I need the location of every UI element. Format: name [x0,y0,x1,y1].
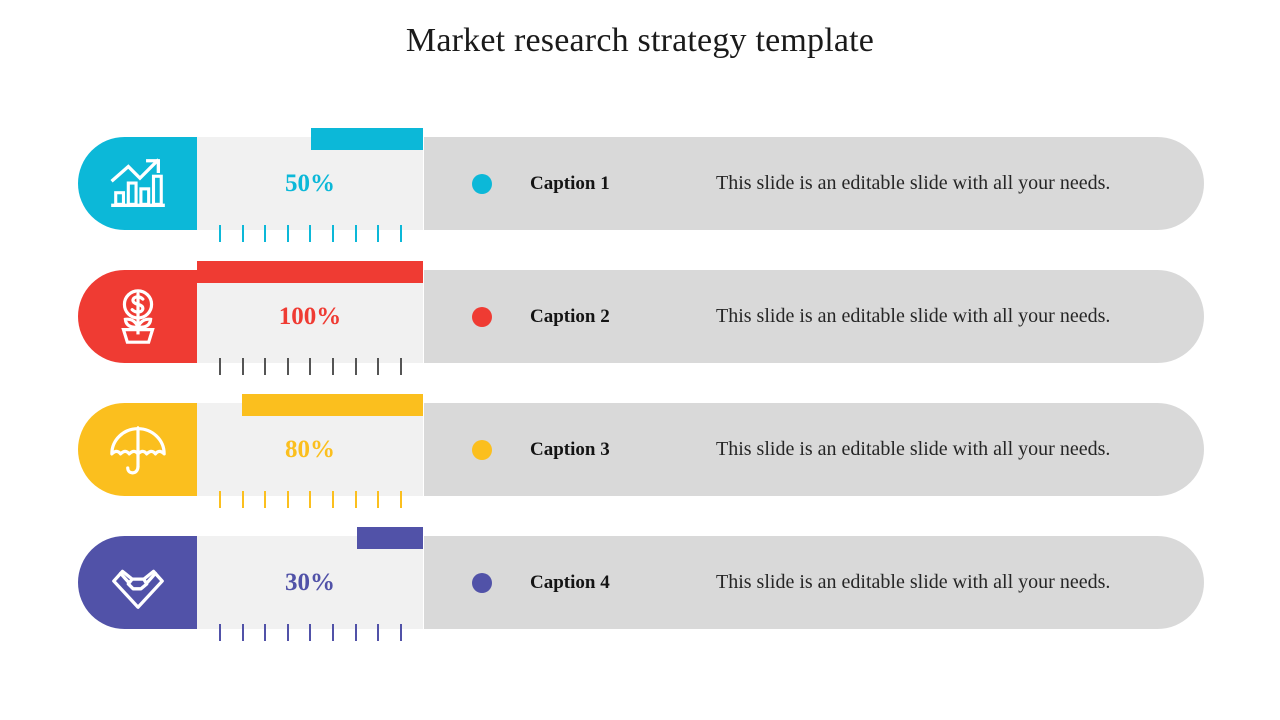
tick-mark [219,491,221,508]
caption-label: Caption 2 [530,305,610,327]
money-plant-icon [107,286,169,348]
umbrella-icon [107,419,169,481]
caption-panel: Caption 4 This slide is an editable slide… [424,536,1204,629]
caption-bullet-dot [472,572,492,593]
tick-mark [399,491,402,508]
tick-mark [354,358,357,375]
progress-meter: 80% [197,394,423,508]
tick-mark [377,225,380,242]
tick-mark [264,358,267,375]
icon-block [78,536,198,629]
tick-mark [377,358,380,375]
tick-mark [309,225,312,242]
progress-meter: 50% [197,128,423,242]
tick-mark [332,491,334,508]
tick-mark [219,358,221,375]
tick-marks [197,486,423,508]
handshake-icon [107,552,169,614]
tick-mark [286,624,289,641]
progress-meter: 30% [197,527,423,641]
caption-bullet-dot [472,306,492,327]
caption-body-text: This slide is an editable slide with all… [716,571,1111,593]
tick-mark [241,225,244,242]
slide-canvas: Market research strategy template 50% Cap… [0,0,1280,720]
progress-row: 100% Caption 2 This slide is an editable s… [0,261,1280,375]
caption-body-text: This slide is an editable slide with all… [716,172,1111,194]
tick-mark [286,491,289,508]
growth-chart-icon [107,153,169,215]
icon-block [78,137,198,230]
tick-mark [309,624,312,641]
caption-panel: Caption 3 This slide is an editable slide… [424,403,1204,496]
tick-marks [197,220,423,242]
tick-marks [197,353,423,375]
caption-panel: Caption 1 This slide is an editable slide… [424,137,1204,230]
tick-mark [354,225,357,242]
tick-mark [332,225,334,242]
progress-meter: 100% [197,261,423,375]
tick-mark [219,225,221,242]
tick-mark [354,491,357,508]
progress-rows-list: 50% Caption 1 This slide is an editable sl… [0,128,1280,641]
tick-mark [264,225,267,242]
percent-label: 100% [278,302,342,330]
tick-mark [219,624,221,641]
tick-mark [309,491,312,508]
progress-row: 50% Caption 1 This slide is an editable sl… [0,128,1280,242]
percent-label: 50% [285,169,335,197]
icon-block [78,403,198,496]
percent-label: 80% [285,435,335,463]
tick-mark [241,624,244,641]
tick-mark [309,358,312,375]
tick-mark [286,225,289,242]
caption-label: Caption 4 [530,571,610,593]
caption-label: Caption 3 [530,438,610,460]
tick-mark [399,225,402,242]
tick-mark [241,491,244,508]
tick-mark [377,491,380,508]
tick-mark [241,358,244,375]
tick-mark [286,358,289,375]
tick-mark [377,624,380,641]
tick-mark [264,624,267,641]
tick-mark [399,358,402,375]
tick-mark [332,358,334,375]
caption-body-text: This slide is an editable slide with all… [716,438,1111,460]
progress-row: 30% Caption 4 This slide is an editable sl… [0,527,1280,641]
percent-label: 30% [285,568,335,596]
caption-body-text: This slide is an editable slide with all… [716,305,1111,327]
tick-mark [332,624,334,641]
caption-bullet-dot [472,173,492,194]
tick-marks [197,619,423,641]
caption-bullet-dot [472,439,492,460]
icon-block [78,270,198,363]
page-title: Market research strategy template [405,22,875,59]
tick-mark [264,491,267,508]
caption-panel: Caption 2 This slide is an editable slide… [424,270,1204,363]
tick-mark [354,624,357,641]
tick-mark [399,624,402,641]
progress-row: 80% Caption 3 This slide is an editable sl… [0,394,1280,508]
caption-label: Caption 1 [530,172,610,194]
